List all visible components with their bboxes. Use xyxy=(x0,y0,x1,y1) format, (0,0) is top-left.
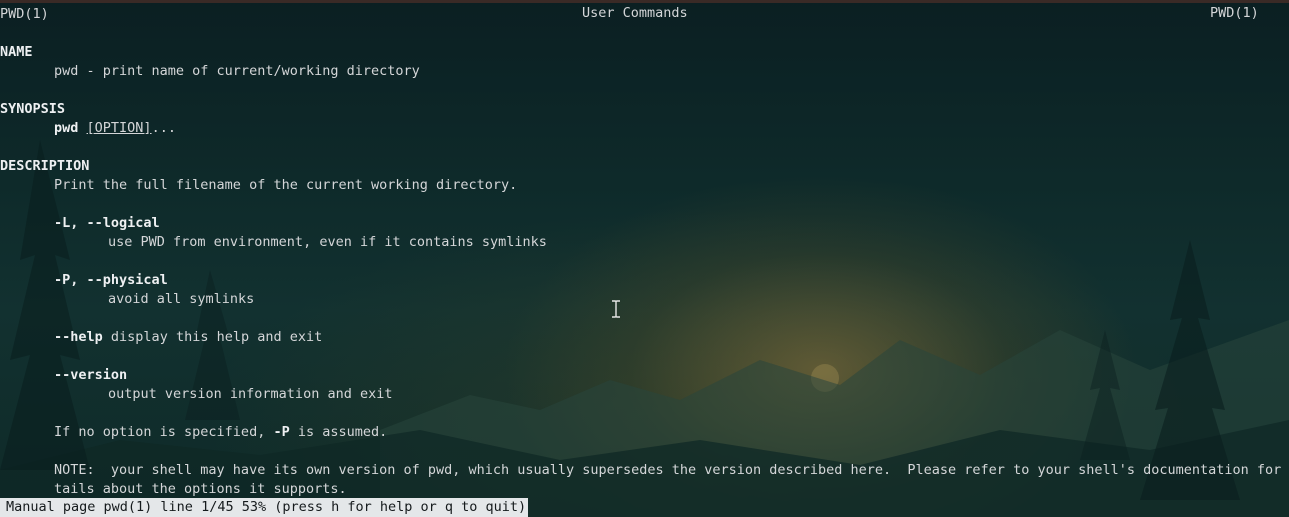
synopsis-command: pwd xyxy=(54,120,79,136)
name-description: pwd - print name of current/working dire… xyxy=(54,63,420,79)
shell-note-line-2: tails about the options it supports. xyxy=(54,481,347,497)
shell-note-line-1: NOTE: your shell may have its own versio… xyxy=(54,462,1289,478)
default-suffix: is assumed. xyxy=(289,424,388,440)
description-text: Print the full filename of the current w… xyxy=(54,177,518,193)
section-heading-description: DESCRIPTION xyxy=(0,158,90,174)
man-header-right: PWD(1) xyxy=(1210,5,1259,21)
option-help-flag: --help xyxy=(54,329,103,345)
option-logical-flag: -L, --logical xyxy=(54,215,160,231)
option-help-line: --help display this help and exit xyxy=(54,328,322,347)
default-flag: -P xyxy=(273,424,290,440)
option-physical-flag: -P, --physical xyxy=(54,272,168,288)
section-heading-synopsis: SYNOPSIS xyxy=(0,101,66,117)
option-version-desc: output version information and exit xyxy=(108,386,393,402)
window-top-border xyxy=(0,0,1289,3)
default-prefix: If no option is specified, xyxy=(54,424,274,440)
text-cursor-icon xyxy=(610,300,622,322)
pager-status-bar: Manual page pwd(1) line 1/45 53% (press … xyxy=(0,498,529,517)
option-logical-desc: use PWD from environment, even if it con… xyxy=(108,234,547,250)
default-option-note: If no option is specified, -P is assumed… xyxy=(54,423,387,442)
synopsis-ellipsis: ... xyxy=(151,120,176,136)
synopsis-line: pwd [OPTION]... xyxy=(54,119,176,138)
synopsis-option: [OPTION] xyxy=(86,120,152,136)
section-heading-name: NAME xyxy=(0,44,33,60)
man-header-center: User Commands xyxy=(582,5,688,21)
option-help-desc: display this help and exit xyxy=(110,329,323,345)
man-header-left: PWD(1) xyxy=(0,6,49,22)
option-physical-desc: avoid all symlinks xyxy=(108,291,255,307)
option-version-flag: --version xyxy=(54,367,128,383)
